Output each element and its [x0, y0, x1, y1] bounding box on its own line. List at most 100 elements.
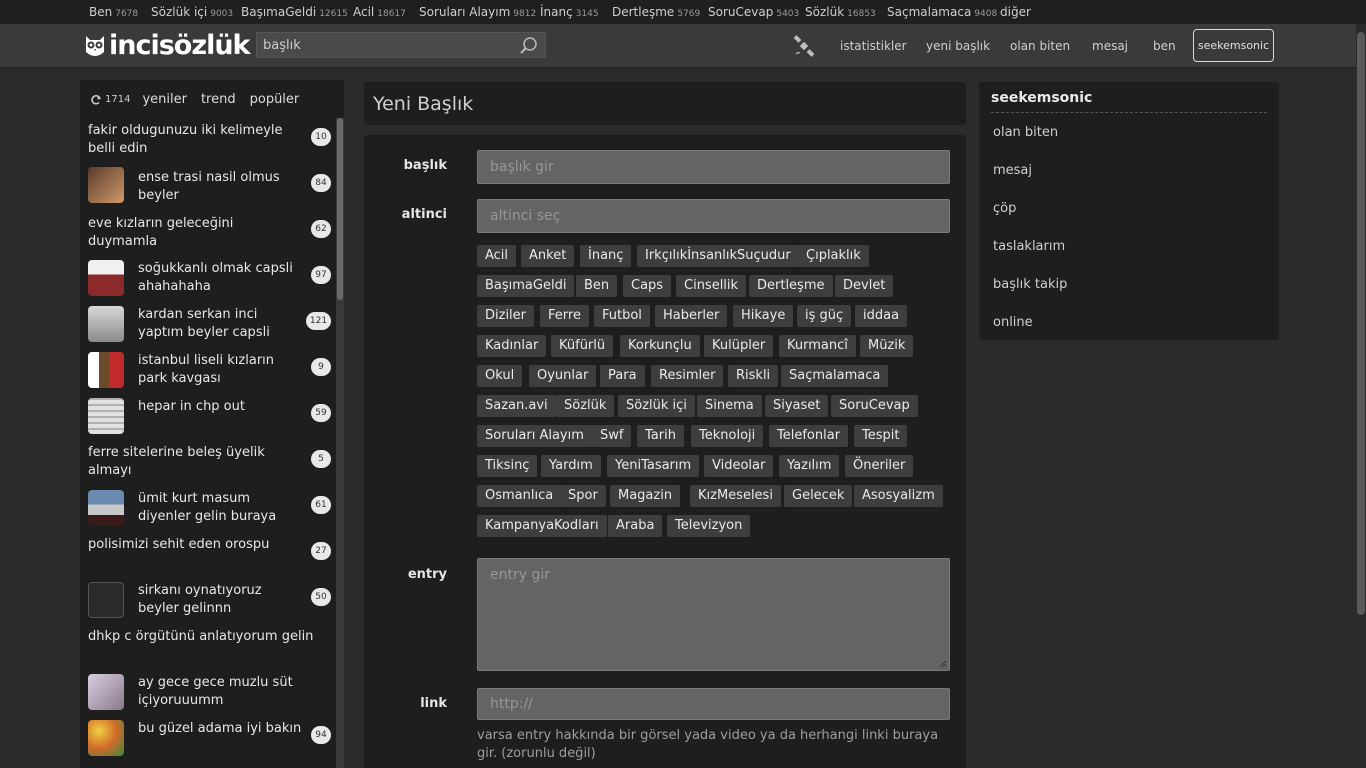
- channel-link[interactable]: Ben 7678: [89, 5, 138, 19]
- channel-tag[interactable]: Hikaye: [733, 305, 794, 327]
- channel-tag[interactable]: Riskli: [728, 365, 779, 387]
- channel-tag[interactable]: Kadınlar: [477, 335, 547, 357]
- channel-link-more[interactable]: diğer: [1000, 5, 1031, 19]
- topic-list-scrollbar[interactable]: [336, 118, 344, 768]
- channel-tag[interactable]: Osmanlıca: [477, 485, 562, 507]
- topic-title[interactable]: bu güzel adama iyi bakın: [138, 720, 303, 738]
- channel-tag[interactable]: Kulüpler: [704, 335, 774, 357]
- topic-item[interactable]: eve kızların geleceğini duymamla 62: [80, 215, 336, 249]
- topic-item[interactable]: sirkanı oynatıyoruz beyler gelinnn 50: [80, 582, 336, 622]
- topic-title[interactable]: eve kızların geleceğini duymamla: [88, 215, 303, 251]
- entry-textarea[interactable]: [478, 559, 949, 670]
- topic-item[interactable]: polisimizi sehit eden orospu 27: [80, 536, 336, 566]
- channel-tag[interactable]: Çıplaklık: [798, 245, 869, 267]
- topic-title[interactable]: fakir oldugunuzu iki kelimeyle belli edi…: [88, 122, 303, 158]
- channel-tag[interactable]: Yardım: [541, 455, 601, 477]
- user-menu-followed-topics[interactable]: başlık takip: [993, 277, 1067, 292]
- topic-item[interactable]: soğukkanlı olmak capsli ahahahaha 97: [80, 260, 336, 300]
- channel-tag[interactable]: Tiksinç: [477, 455, 538, 477]
- channel-tag[interactable]: İnanç: [580, 245, 632, 267]
- channel-tag[interactable]: Tarih: [637, 425, 684, 447]
- channel-tag[interactable]: iş güç: [797, 305, 852, 327]
- topic-item[interactable]: ferre sitelerine beleş üyelik almayı 5: [80, 444, 336, 478]
- nav-me[interactable]: ben: [1153, 39, 1176, 53]
- channel-tag[interactable]: Swf: [592, 425, 632, 447]
- channel-tag[interactable]: Ferre: [540, 305, 589, 327]
- channel-tag[interactable]: iddaa: [855, 305, 908, 327]
- channel-tag[interactable]: Okul: [477, 365, 523, 387]
- channel-link[interactable]: Saçmalamaca 9408: [887, 5, 997, 19]
- scrollbar-thumb[interactable]: [337, 118, 343, 300]
- channel-link[interactable]: Sözlük içi 9003: [151, 5, 233, 19]
- channel-link[interactable]: İnanç 3145: [540, 5, 599, 19]
- satellite-icon[interactable]: [792, 34, 816, 58]
- channel-tag[interactable]: Devlet: [835, 275, 894, 297]
- topic-title[interactable]: hepar in chp out: [138, 398, 303, 416]
- user-menu-trash[interactable]: çöp: [993, 201, 1016, 216]
- channel-link[interactable]: Soruları Alayım 9812: [419, 5, 536, 19]
- channel-tag[interactable]: Oyunlar: [529, 365, 597, 387]
- page-scrollbar[interactable]: [1356, 24, 1366, 768]
- page-scrollbar-thumb[interactable]: [1357, 32, 1365, 615]
- channel-tag[interactable]: Sazan.avi: [477, 395, 556, 417]
- topic-item[interactable]: hepar in chp out 59: [80, 398, 336, 438]
- nav-new-topic[interactable]: yeni başlık: [926, 39, 990, 53]
- channel-tag[interactable]: Televizyon: [667, 515, 751, 537]
- channel-tag[interactable]: SoruCevap: [831, 395, 918, 417]
- channel-tag[interactable]: Araba: [608, 515, 663, 537]
- user-menu-drafts[interactable]: taslaklarım: [993, 239, 1065, 254]
- channel-tag[interactable]: Asosyalizm: [854, 485, 943, 507]
- channel-tag[interactable]: Resimler: [651, 365, 724, 387]
- tab-trend[interactable]: trend: [201, 92, 236, 107]
- channel-tag[interactable]: Yazılım: [779, 455, 840, 477]
- channel-tag[interactable]: Telefonlar: [769, 425, 849, 447]
- channel-tag[interactable]: Sinema: [697, 395, 762, 417]
- channel-tag[interactable]: Korkunçlu: [620, 335, 700, 357]
- channel-tag[interactable]: Diziler: [477, 305, 535, 327]
- channel-tag[interactable]: Acil: [477, 245, 517, 267]
- channel-tag[interactable]: Müzik: [860, 335, 914, 357]
- topic-title[interactable]: ense trasi nasil olmus beyler: [138, 169, 303, 205]
- topic-title[interactable]: kardan serkan inci yaptım beyler capsli: [138, 306, 303, 342]
- channel-tag[interactable]: Soruları Alayım: [477, 425, 592, 447]
- channel-tag[interactable]: Gelecek: [784, 485, 853, 507]
- resize-handle-icon[interactable]: [939, 660, 947, 668]
- channel-tag[interactable]: Haberler: [655, 305, 728, 327]
- channel-tag[interactable]: Teknoloji: [691, 425, 764, 447]
- topic-item[interactable]: bu güzel adama iyi bakın 94: [80, 720, 336, 760]
- nav-whats-happening[interactable]: olan biten: [1010, 39, 1070, 53]
- channel-tag[interactable]: Dertleşme: [749, 275, 833, 297]
- refresh-icon[interactable]: [90, 94, 102, 106]
- topic-title[interactable]: ümit kurt masum diyenler gelin buraya: [138, 490, 303, 526]
- channel-tag[interactable]: Para: [600, 365, 645, 387]
- channel-link[interactable]: Dertleşme 5769: [612, 5, 700, 19]
- topic-title[interactable]: dhkp c örgütünü anlatıyorum gelin: [88, 628, 328, 646]
- channel-tag[interactable]: Caps: [623, 275, 672, 297]
- user-menu-messages[interactable]: mesaj: [993, 163, 1032, 178]
- link-input[interactable]: [478, 689, 949, 719]
- channel-link[interactable]: Sözlük 16853: [805, 5, 876, 19]
- nav-messages[interactable]: mesaj: [1092, 39, 1128, 53]
- channel-tag[interactable]: IrkçılıkİnsanlıkSuçudur: [637, 245, 799, 267]
- tab-new[interactable]: yeniler: [142, 92, 187, 107]
- channel-link[interactable]: SoruCevap 5403: [708, 5, 799, 19]
- channel-tag[interactable]: KampanyaKodları: [477, 515, 607, 537]
- channel-link[interactable]: BaşımaGeldi 12615: [241, 5, 348, 19]
- tab-popular[interactable]: popüler: [250, 92, 300, 107]
- channel-tag[interactable]: Spor: [560, 485, 606, 507]
- topic-item[interactable]: istanbul liseli kızların park kavgası 9: [80, 352, 336, 392]
- channel-tag[interactable]: Ben: [576, 275, 618, 297]
- topic-item[interactable]: kardan serkan inci yaptım beyler capsli …: [80, 306, 336, 346]
- topic-item[interactable]: ümit kurt masum diyenler gelin buraya 61: [80, 490, 336, 530]
- nav-statistics[interactable]: istatistikler: [840, 39, 907, 53]
- site-logo[interactable]: incisözlük: [84, 30, 251, 61]
- channel-tag[interactable]: Sözlük: [556, 395, 615, 417]
- channel-input[interactable]: [478, 200, 949, 232]
- topic-title[interactable]: ferre sitelerine beleş üyelik almayı: [88, 444, 303, 480]
- topic-item[interactable]: ense trasi nasil olmus beyler 84: [80, 167, 336, 207]
- topic-title[interactable]: ay gece gece muzlu süt içiyoruuumm: [138, 674, 303, 710]
- channel-tag[interactable]: Siyaset: [765, 395, 829, 417]
- channel-tag[interactable]: Magazin: [610, 485, 681, 507]
- user-menu-whats-happening[interactable]: olan biten: [993, 125, 1058, 140]
- channel-tag[interactable]: Videolar: [704, 455, 774, 477]
